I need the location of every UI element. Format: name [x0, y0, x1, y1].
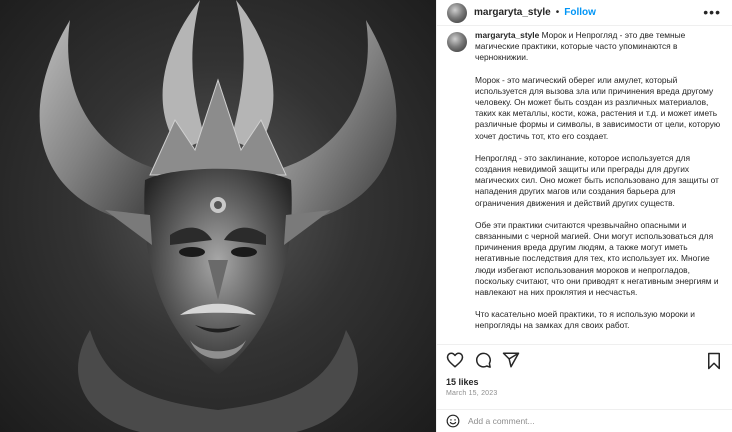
post-date: March 15, 2023 [446, 390, 498, 397]
caption-text: margaryta_style Морок и Непрогляд - это … [475, 30, 721, 343]
caption-username[interactable]: margaryta_style [475, 30, 539, 40]
author-avatar[interactable] [447, 2, 467, 23]
caption-paragraph: Морок - это магический оберег или амулет… [475, 74, 721, 141]
comment-icon[interactable] [474, 351, 492, 369]
action-bar [437, 344, 732, 374]
post-sidebar: margaryta_style • Follow ••• margaryta_s… [436, 0, 732, 432]
likes-count[interactable]: 15 likes [446, 377, 479, 387]
separator-dot: • [555, 7, 560, 18]
caption-area: margaryta_style Морок и Непрогляд - это … [437, 26, 732, 344]
follow-button[interactable]: Follow [564, 7, 596, 18]
caption-paragraph: Обе эти практики считаются чрезвычайно о… [475, 219, 719, 298]
caption-paragraph: Что касательно моей практики, то я испол… [475, 309, 695, 331]
heart-icon[interactable] [446, 351, 464, 369]
caption-paragraph: margaryta_style Морок и Непрогляд - это … [475, 30, 721, 64]
more-options-icon[interactable]: ••• [703, 4, 721, 20]
caption-avatar[interactable] [447, 32, 467, 52]
share-icon[interactable] [502, 351, 520, 369]
post-header: margaryta_style • Follow ••• [437, 0, 732, 26]
author-username[interactable]: margaryta_style [474, 7, 551, 18]
bookmark-icon[interactable] [705, 352, 723, 370]
comment-input[interactable] [468, 416, 698, 426]
post-image[interactable] [0, 0, 436, 432]
caption-row: margaryta_style Морок и Непрогляд - это … [447, 30, 723, 343]
comment-bar [437, 409, 732, 432]
demon-mask-artwork [39, 0, 397, 432]
caption-paragraph: Непрогляд - это заклинание, которое испо… [475, 152, 719, 208]
smiley-icon[interactable] [446, 414, 460, 428]
